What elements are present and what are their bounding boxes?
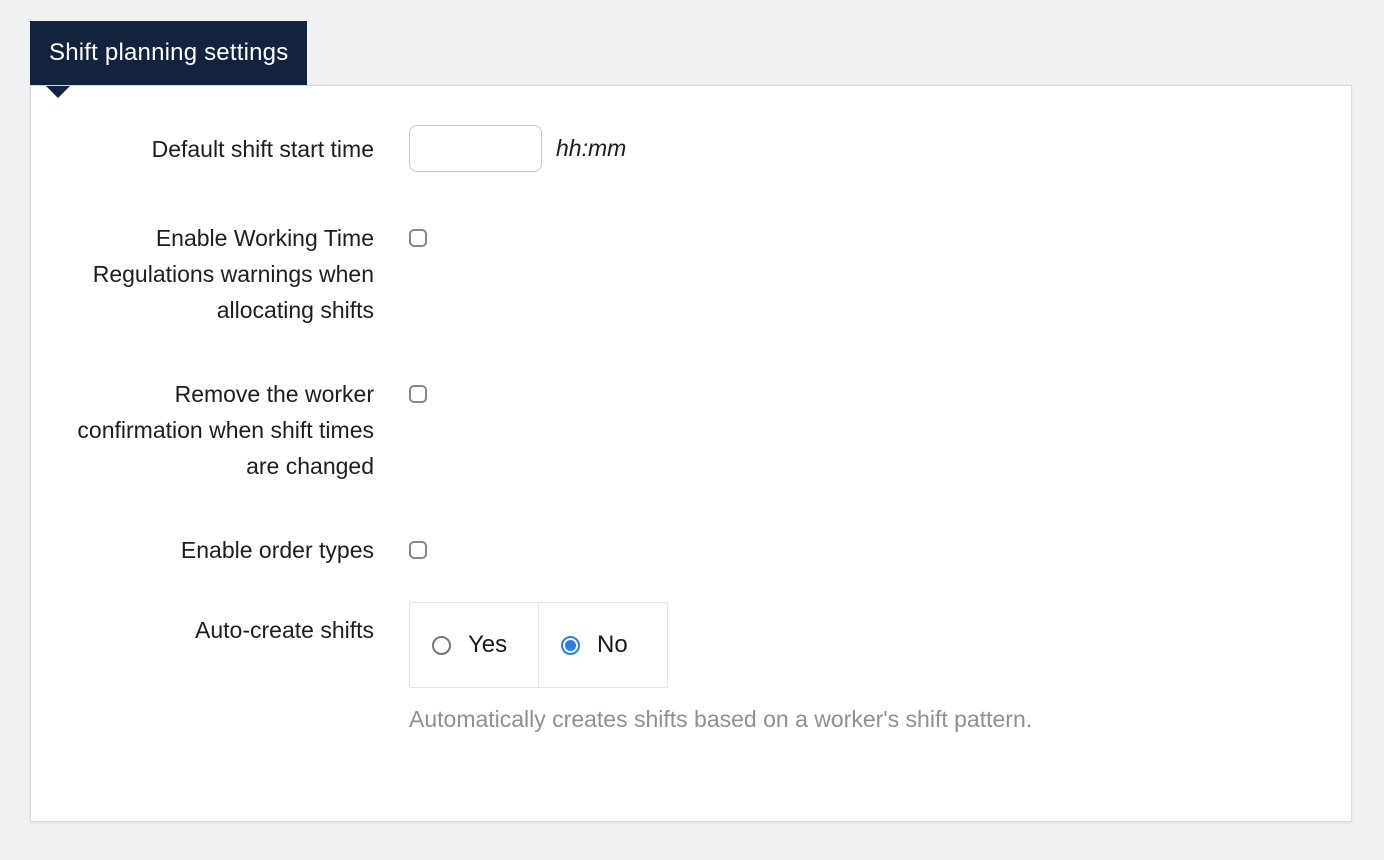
auto-create-shifts-radio-group: Yes No bbox=[409, 602, 668, 688]
tab-pointer bbox=[46, 86, 70, 98]
radio-selected-icon bbox=[561, 635, 580, 655]
radio-unselected-icon bbox=[432, 635, 451, 655]
field-label-auto-create-shifts: Auto-create shifts bbox=[195, 617, 374, 643]
wtr-warnings-checkbox[interactable] bbox=[409, 229, 427, 247]
form-row-default-shift-start-time: Default shift start time hh:mm bbox=[57, 125, 1351, 172]
field-label-remove-worker-confirmation: Remove the worker confirmation when shif… bbox=[77, 381, 374, 479]
form-row-enable-order-types: Enable order types bbox=[57, 532, 1351, 568]
control-enable-order-types bbox=[409, 532, 427, 559]
control-remove-worker-confirmation bbox=[409, 376, 427, 403]
time-format-hint: hh:mm bbox=[556, 135, 627, 161]
form-row-auto-create-shifts: Auto-create shifts Yes No Automatically … bbox=[57, 602, 1351, 733]
field-label-enable-order-types: Enable order types bbox=[180, 537, 374, 563]
radio-option-yes[interactable]: Yes bbox=[410, 603, 538, 687]
field-label-default-shift-start-time: Default shift start time bbox=[151, 135, 374, 162]
radio-option-no-label: No bbox=[597, 631, 628, 658]
panel-title-tab: Shift planning settings bbox=[30, 21, 308, 85]
settings-card: Default shift start time hh:mm Enable Wo… bbox=[30, 85, 1352, 822]
control-wtr-warnings bbox=[409, 220, 427, 247]
control-default-shift-start-time: hh:mm bbox=[409, 125, 626, 172]
radio-option-no[interactable]: No bbox=[538, 603, 667, 687]
control-auto-create-shifts: Yes No Automatically creates shifts base… bbox=[409, 602, 1032, 733]
default-shift-start-time-input[interactable] bbox=[409, 125, 542, 172]
field-label-wtr-warnings: Enable Working Time Regulations warnings… bbox=[92, 225, 374, 323]
remove-worker-confirmation-checkbox[interactable] bbox=[409, 385, 427, 403]
form-row-wtr-warnings: Enable Working Time Regulations warnings… bbox=[57, 220, 1351, 328]
radio-option-yes-label: Yes bbox=[468, 631, 508, 658]
form-row-remove-worker-confirmation: Remove the worker confirmation when shif… bbox=[57, 376, 1351, 484]
panel-title: Shift planning settings bbox=[49, 39, 289, 66]
field-help-text: Automatically creates shifts based on a … bbox=[409, 706, 1033, 732]
enable-order-types-checkbox[interactable] bbox=[409, 541, 427, 559]
